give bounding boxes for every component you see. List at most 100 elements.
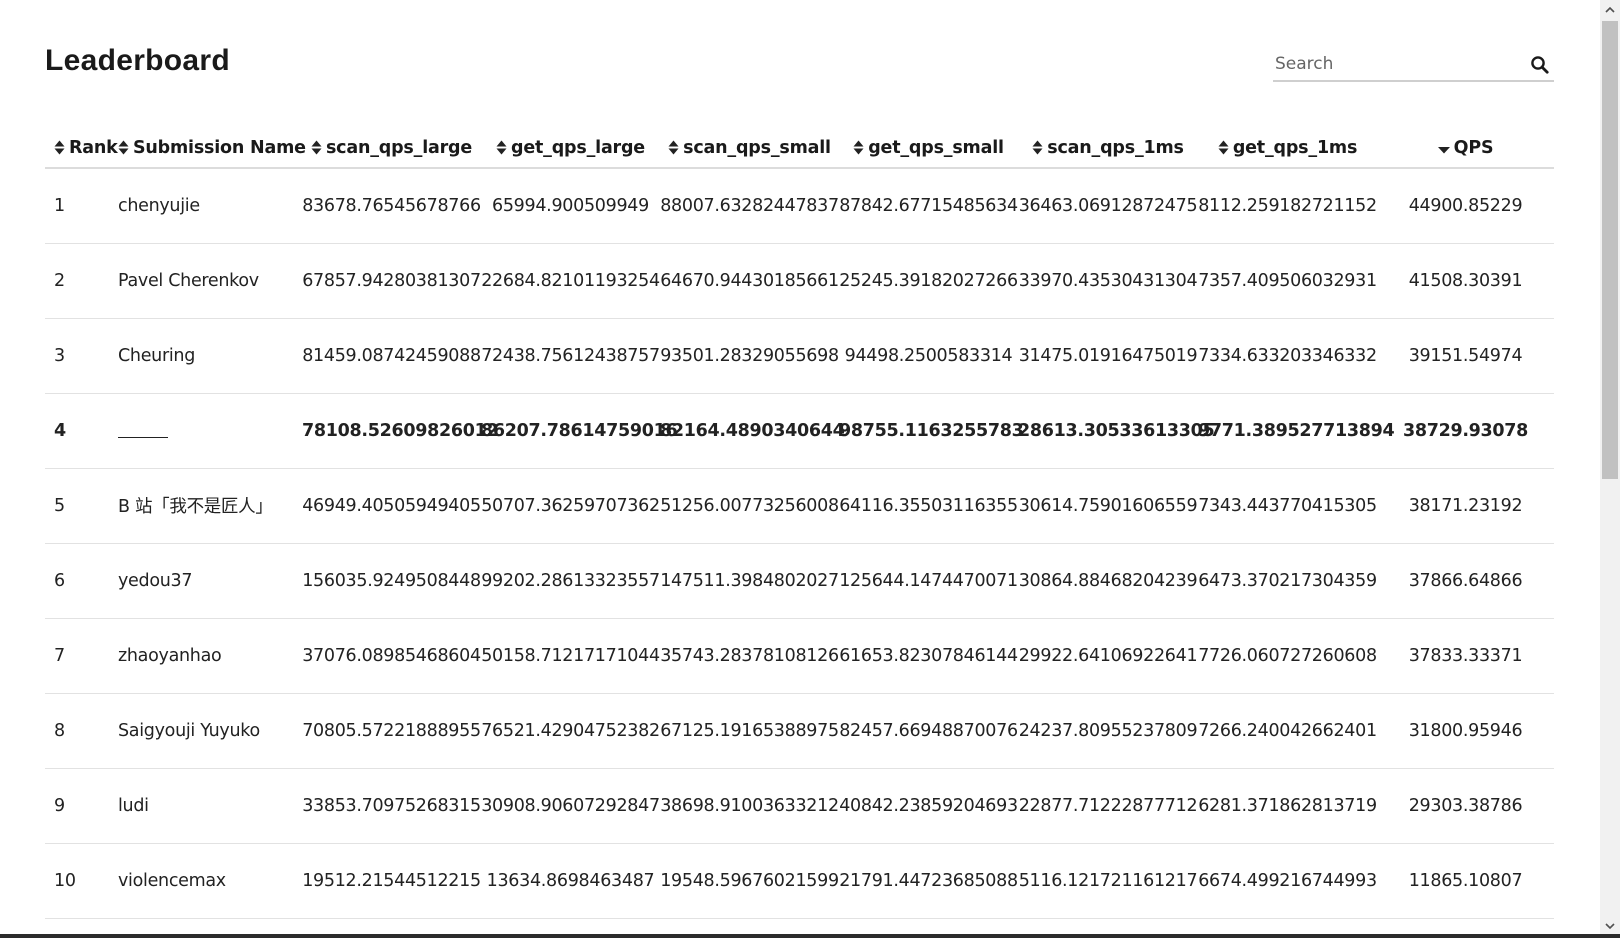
search-box — [1273, 50, 1554, 82]
search-input[interactable] — [1273, 50, 1518, 78]
cell-get-qps-1ms: 7726.060727260608 — [1198, 618, 1377, 694]
cell-scan-qps-large: 67857.94280381307 — [302, 243, 481, 319]
column-header-label: get_qps_small — [868, 137, 1004, 158]
search-icon[interactable] — [1530, 55, 1550, 75]
cell-name: B 站「我不是匠人」 — [118, 468, 302, 544]
cell-qps: 37866.64866 — [1377, 543, 1554, 619]
vertical-scrollbar[interactable] — [1600, 0, 1620, 934]
table-row: 9 ludi 33853.70975268315 30908.90607292847 3… — [45, 768, 1554, 844]
cell-scan-qps-1ms: 33970.43530431304 — [1018, 243, 1198, 319]
column-header-scan-qps-1ms[interactable]: scan_qps_1ms — [1018, 128, 1198, 169]
table-header-row: Rank Submission Name scan_qps_large get_qps… — [45, 128, 1554, 169]
cell-scan-qps-small: 67125.19165388975 — [660, 693, 839, 769]
cell-scan-qps-1ms: 36463.06912872475 — [1018, 168, 1198, 244]
cell-scan-qps-small: 19548.59676021599 — [660, 843, 839, 919]
column-header-label: scan_qps_1ms — [1047, 137, 1184, 158]
cell-name: Saigyouji Yuyuko — [118, 693, 302, 769]
scroll-up-arrow-icon[interactable] — [1605, 6, 1615, 14]
cell-scan-qps-1ms: 30614.75901606559 — [1018, 468, 1198, 544]
cell-get-qps-1ms: 7334.633203346332 — [1198, 318, 1377, 394]
cell-qps: 29303.38786 — [1377, 768, 1554, 844]
column-header-rank[interactable]: Rank — [45, 128, 118, 169]
cell-name: Cheuring — [118, 318, 302, 394]
cell-get-qps-1ms: 6473.370217304359 — [1198, 543, 1377, 619]
sort-icon — [1032, 140, 1043, 154]
sort-icon — [496, 140, 507, 154]
cell-scan-qps-large: 70805.57221888955 — [302, 693, 481, 769]
scroll-down-arrow-icon[interactable] — [1605, 922, 1615, 930]
cell-scan-qps-small: 82164.4890340644 — [660, 393, 845, 469]
leaderboard-table: Rank Submission Name scan_qps_large get_qps… — [45, 128, 1554, 919]
column-header-get-qps-large[interactable]: get_qps_large — [481, 128, 660, 169]
cell-qps: 11865.10807 — [1377, 843, 1554, 919]
cell-rank: 6 — [45, 543, 118, 619]
cell-name: chenyujie — [118, 168, 302, 244]
cell-scan-qps-large: 83678.76545678766 — [302, 168, 481, 244]
blank-name-underline — [118, 424, 168, 438]
cell-rank: 8 — [45, 693, 118, 769]
cell-get-qps-large: 30908.90607292847 — [481, 768, 660, 844]
column-header-scan-qps-large[interactable]: scan_qps_large — [302, 128, 481, 169]
cell-qps: 38171.23192 — [1377, 468, 1554, 544]
cell-scan-qps-1ms: 28613.30533613305 — [1018, 393, 1215, 469]
cell-scan-qps-small: 38698.91003633212 — [660, 768, 839, 844]
column-header-label: get_qps_1ms — [1232, 137, 1358, 158]
cell-scan-qps-large: 33853.70975268315 — [302, 768, 481, 844]
cell-name: ludi — [118, 768, 302, 844]
cell-get-qps-small: 25245.39182027266 — [839, 243, 1018, 319]
cell-get-qps-1ms: 6281.371862813719 — [1198, 768, 1377, 844]
cell-scan-qps-small: 35743.28378108126 — [660, 618, 839, 694]
column-header-label: Rank — [69, 137, 118, 158]
column-header-name[interactable]: Submission Name — [118, 128, 306, 169]
scrollbar-thumb[interactable] — [1602, 21, 1618, 479]
column-header-qps[interactable]: QPS — [1377, 128, 1554, 169]
cell-name: Pavel Cherenkov — [118, 243, 302, 319]
cell-get-qps-small: 61653.82307846144 — [839, 618, 1018, 694]
sort-descending-icon — [1437, 146, 1450, 153]
cell-name: violencemax — [118, 843, 302, 919]
table-body: 1 chenyujie 83678.76545678766 65994.9005099… — [45, 168, 1554, 919]
cell-get-qps-1ms: 7343.443770415305 — [1198, 468, 1377, 544]
cell-get-qps-large: 76521.42904752382 — [481, 693, 660, 769]
cell-scan-qps-small: 147511.3984802027 — [660, 543, 839, 619]
table-row: 8 Saigyouji Yuyuko 70805.57221888955 76521.… — [45, 693, 1554, 769]
cell-rank: 5 — [45, 468, 118, 544]
cell-get-qps-1ms: 6674.499216744993 — [1198, 843, 1377, 919]
cell-get-qps-large: 65994.900509949 — [481, 168, 660, 244]
cell-rank: 7 — [45, 618, 118, 694]
column-header-label: QPS — [1453, 137, 1494, 158]
cell-scan-qps-1ms: 29922.64106922641 — [1018, 618, 1198, 694]
sort-icon — [54, 140, 65, 154]
cell-get-qps-large: 22684.82101193254 — [481, 243, 660, 319]
cell-scan-qps-large: 37076.08985468604 — [302, 618, 481, 694]
table-row: 7 zhaoyanhao 37076.08985468604 50158.712171… — [45, 618, 1554, 694]
column-header-get-qps-small[interactable]: get_qps_small — [839, 128, 1018, 169]
cell-get-qps-large: 50707.36259707362 — [481, 468, 660, 544]
sort-icon — [311, 140, 322, 154]
cell-get-qps-small: 98755.1163255783 — [839, 393, 1024, 469]
cell-get-qps-small: 40842.23859204693 — [839, 768, 1018, 844]
cell-scan-qps-large: 46949.40505949405 — [302, 468, 481, 544]
cell-qps: 31800.95946 — [1377, 693, 1554, 769]
cell-get-qps-small: 82457.66948870076 — [839, 693, 1018, 769]
cell-scan-qps-large: 19512.21544512215 — [302, 843, 481, 919]
cell-rank: 4 — [45, 393, 118, 469]
cell-get-qps-large: 13634.8698463487 — [481, 843, 660, 919]
cell-qps: 41508.30391 — [1377, 243, 1554, 319]
cell-rank: 1 — [45, 168, 118, 244]
sort-icon — [668, 140, 679, 154]
cell-get-qps-large: 72438.75612438757 — [481, 318, 660, 394]
cell-get-qps-small: 64116.35503116355 — [839, 468, 1018, 544]
column-header-get-qps-1ms[interactable]: get_qps_1ms — [1198, 128, 1377, 169]
cell-scan-qps-1ms: 30864.88468204239 — [1018, 543, 1198, 619]
cell-get-qps-large: 50158.71217171044 — [481, 618, 660, 694]
table-row: 2 Pavel Cherenkov 67857.94280381307 22684.8… — [45, 243, 1554, 319]
cell-get-qps-large: 86207.78614759016 — [481, 393, 678, 469]
cell-get-qps-1ms: 8112.259182721152 — [1198, 168, 1377, 244]
column-header-scan-qps-small[interactable]: scan_qps_small — [660, 128, 839, 169]
cell-get-qps-large: 99202.28613323557 — [481, 543, 660, 619]
column-header-label: scan_qps_small — [683, 137, 831, 158]
column-header-label: get_qps_large — [511, 137, 645, 158]
cell-get-qps-1ms: 7266.240042662401 — [1198, 693, 1377, 769]
sort-icon — [853, 140, 864, 154]
